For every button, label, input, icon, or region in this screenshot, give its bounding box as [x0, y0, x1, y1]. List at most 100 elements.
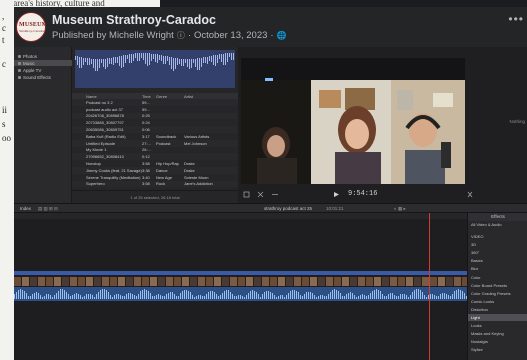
audio-wave-bar	[350, 292, 351, 299]
audio-wave-bar	[302, 296, 303, 299]
timeline-index-button[interactable]: Index	[20, 206, 31, 211]
effects-category[interactable]: Comic Looks	[468, 298, 527, 305]
audio-wave-bar	[110, 294, 111, 299]
filmstrip-frame	[342, 277, 350, 286]
table-row[interactable]: Podcast no 3 2 59...	[72, 99, 238, 106]
audio-wave-bar	[66, 291, 67, 299]
audio-wave-bar	[436, 296, 437, 299]
table-row[interactable]: Untitled Episode 27:... Podcast Mel Johnson	[72, 139, 238, 147]
audio-clip-waveform[interactable]	[14, 287, 467, 301]
table-row[interactable]: Baba Kufi (Radio Edit) 3:17 Soundtrack Vari…	[72, 133, 238, 140]
post-date[interactable]: October 13, 2023	[194, 30, 267, 41]
effects-category[interactable]: Basics	[468, 257, 527, 264]
table-row[interactable]: My Movie 1 26:...	[72, 147, 238, 154]
waveform-bar	[209, 56, 210, 62]
audio-wave-bar	[432, 293, 433, 299]
sidebar-item-sound-effects[interactable]: Sound Effects	[18, 74, 51, 80]
playhead[interactable]	[429, 213, 430, 360]
audio-wave-bar	[196, 295, 197, 299]
table-cell: 59...	[142, 99, 150, 105]
sidebar-item-music[interactable]: Music	[14, 60, 72, 66]
background-article: , c t c ii s oo	[0, 0, 14, 360]
effects-category[interactable]: Light	[468, 314, 527, 321]
table-row[interactable]: Jimmy Cooks (feat. 21 Savage) 3:38 Dance Dr…	[72, 166, 238, 174]
effects-category[interactable]: Color Board Presets	[468, 282, 527, 289]
filmstrip-frame	[398, 277, 406, 286]
audio-wave-bar	[170, 291, 171, 299]
audio-wave-bar	[104, 289, 105, 299]
table-row[interactable]: Nonstop 3:58 Hip Hop/Rap Drake	[72, 160, 238, 167]
effects-category[interactable]: Stylize	[468, 346, 527, 353]
audio-wave-bar	[234, 295, 235, 299]
waveform-bar	[223, 53, 224, 66]
effects-subtitle[interactable]: All Video & Audio	[471, 222, 502, 227]
column-time[interactable]: Time	[142, 94, 156, 99]
timeline-area[interactable]	[14, 219, 467, 360]
filmstrip-frame	[86, 277, 94, 286]
page-name-link[interactable]: Museum Strathroy-Caradoc	[52, 13, 216, 27]
table-row[interactable]: podcast audio act 37 59...	[72, 106, 238, 113]
audio-wave-bar	[252, 290, 253, 299]
audio-wave-bar	[336, 289, 337, 299]
table-row[interactable]: Serene Tranquility (Meditation) 3:40 New A…	[72, 174, 238, 181]
effects-category[interactable]: Distortion	[468, 306, 527, 313]
column-genre[interactable]: Genre	[156, 94, 184, 99]
effects-category[interactable]: Color	[468, 274, 527, 281]
audio-wave-bar	[206, 294, 207, 299]
video-clip-filmstrip[interactable]	[14, 277, 467, 286]
waveform-bar	[107, 58, 108, 68]
music-icon	[18, 61, 21, 65]
effects-category[interactable]: 360°	[468, 249, 527, 256]
table-row[interactable]: 20635086_30809751 0:06	[72, 126, 238, 133]
audio-wave-bar	[406, 294, 407, 299]
audio-wave-bar	[422, 292, 423, 299]
column-name[interactable]: Name	[72, 94, 142, 99]
table-cell: 3:58	[142, 181, 150, 187]
waveform-bar	[135, 53, 136, 58]
published-by[interactable]: Published by Michelle Wright	[52, 30, 174, 41]
waveform-bar	[81, 57, 82, 68]
timeline-tools-icon[interactable]: ▤ ▥ ⊞ ⊟	[38, 206, 58, 212]
audio-wave-bar	[126, 294, 127, 299]
effects-category[interactable]: 3D	[468, 241, 527, 248]
table-row[interactable]: 20733885_30807797 0:24	[72, 119, 238, 126]
audio-wave-bar	[202, 296, 203, 299]
table-cell: Untitled Episode	[86, 140, 116, 146]
audio-wave-bar	[424, 294, 425, 299]
video-frame[interactable]	[241, 58, 465, 184]
effects-category[interactable]: Looks	[468, 322, 527, 329]
table-cell: 26:...	[142, 147, 151, 153]
filmstrip-frame	[278, 277, 286, 286]
more-options-button[interactable]: •••	[508, 12, 524, 26]
audio-wave-bar	[212, 291, 213, 299]
table-cell: Dance	[156, 167, 168, 173]
effects-category[interactable]: VIDEO	[468, 233, 527, 240]
audio-wave-bar	[268, 290, 269, 299]
effects-category[interactable]: Masks and Keying	[468, 330, 527, 337]
audio-wave-bar	[112, 296, 113, 299]
table-row[interactable]: Superhero 3:58 Rock Jane's Addiction	[72, 180, 238, 188]
project-title[interactable]: strathroy podcast act 25	[264, 206, 312, 211]
filmstrip-frame	[310, 277, 318, 286]
audio-wave-bar	[116, 294, 117, 299]
column-artist[interactable]: Artist	[184, 94, 238, 99]
info-icon[interactable]: ⓘ	[177, 30, 185, 41]
waveform-bar	[185, 58, 186, 64]
table-row[interactable]: 27096652_30808410 0:12	[72, 153, 238, 161]
audio-wave-bar	[154, 296, 155, 299]
timeline-options-icon[interactable]: ◐ ▦ ▸	[394, 206, 406, 212]
sidebar-item-photos[interactable]: Photos	[18, 53, 37, 59]
effects-category[interactable]: Color Grading Presets	[468, 290, 527, 297]
sidebar-item-apple-tv[interactable]: Apple TV	[18, 67, 41, 73]
waveform-bar	[147, 53, 148, 67]
effects-category[interactable]: Blur	[468, 265, 527, 272]
page-avatar[interactable]: MUSEUM Strathroy-Caradoc	[16, 12, 46, 42]
article-fragment: t	[2, 35, 5, 45]
effects-category[interactable]: Nostalgia	[468, 338, 527, 345]
audio-wave-bar	[24, 290, 25, 299]
filmstrip-frame	[238, 277, 246, 286]
table-row[interactable]: 20426708_30896878 0:25	[72, 112, 238, 120]
connected-clip-bar[interactable]	[14, 271, 467, 275]
audio-wave-bar	[98, 291, 99, 299]
audio-wave-bar	[416, 289, 417, 299]
